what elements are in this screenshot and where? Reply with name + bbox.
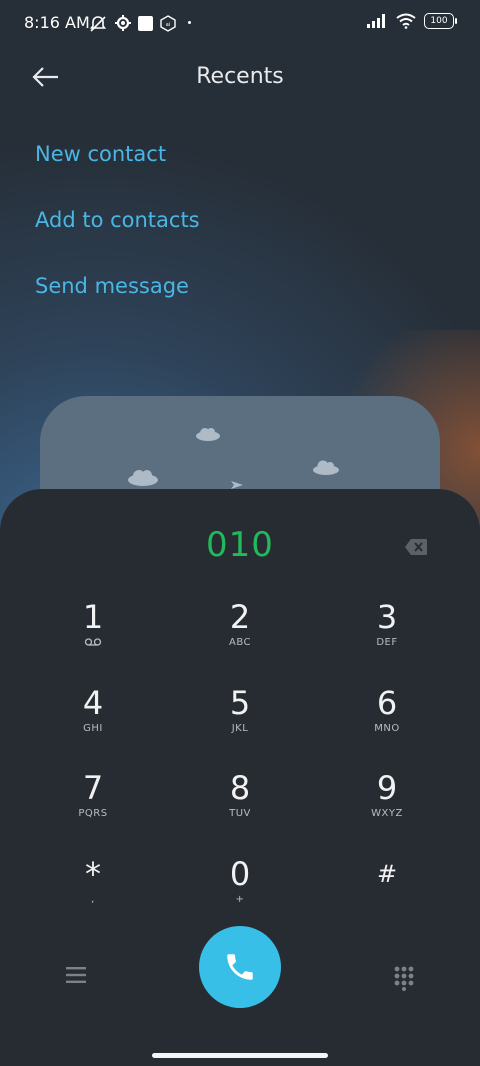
phone-icon	[227, 954, 253, 980]
key-letters: WXYZ	[371, 808, 403, 819]
key-letters: PQRS	[78, 808, 108, 819]
key-1[interactable]: 1	[33, 599, 153, 679]
hex-icon: ai	[160, 15, 176, 32]
key-digit: 9	[376, 769, 398, 807]
home-indicator[interactable]	[152, 1053, 328, 1058]
key-digit: 8	[229, 769, 251, 807]
gear-icon	[115, 15, 131, 31]
key-8[interactable]: 8 TUV	[180, 770, 300, 850]
key-digit: *	[85, 855, 101, 893]
svg-text:ai: ai	[166, 22, 170, 28]
key-digit: 5	[229, 684, 251, 722]
call-button[interactable]	[199, 926, 281, 1008]
key-hash[interactable]: #	[327, 856, 447, 936]
new-contact-link[interactable]: New contact	[35, 138, 200, 204]
key-digit: #	[376, 860, 398, 888]
wifi-icon	[396, 13, 416, 29]
page-title: Recents	[196, 64, 284, 89]
key-3[interactable]: 3 DEF	[327, 599, 447, 679]
key-4[interactable]: 4 GHI	[33, 685, 153, 765]
status-bar: 8:16 AM ai 100	[0, 0, 480, 48]
status-time: 8:16 AM	[24, 13, 90, 32]
app-header: Recents	[0, 52, 480, 104]
backspace-icon[interactable]	[404, 538, 428, 556]
cloud-icon	[313, 460, 339, 475]
key-2[interactable]: 2 ABC	[180, 599, 300, 679]
add-to-contacts-link[interactable]: Add to contacts	[35, 204, 200, 270]
key-digit: 1	[82, 598, 104, 636]
key-letters: DEF	[376, 637, 398, 648]
action-list: New contact Add to contacts Send message	[35, 138, 200, 336]
signal-icon	[367, 14, 385, 28]
send-message-link[interactable]: Send message	[35, 270, 200, 336]
key-letters	[327, 894, 447, 908]
key-6[interactable]: 6 MNO	[327, 685, 447, 765]
key-5[interactable]: 5 JKL	[180, 685, 300, 765]
key-7[interactable]: 7 PQRS	[33, 770, 153, 850]
dialer-panel: 010 1 2 ABC 3 DEF 4 GHI 5 JKL 6 MNO 7 PQ…	[0, 489, 480, 1066]
key-letters: MNO	[374, 723, 400, 734]
dialpad-toggle-icon[interactable]	[393, 965, 415, 991]
key-letters: ABC	[228, 637, 251, 648]
key-letters	[33, 637, 153, 651]
key-star[interactable]: * ,	[33, 856, 153, 936]
menu-icon[interactable]	[66, 966, 86, 984]
key-letters: JKL	[231, 723, 249, 734]
square-icon	[138, 16, 153, 31]
mute-icon	[89, 16, 107, 32]
key-letters: TUV	[229, 808, 251, 819]
cloud-icon	[196, 428, 220, 441]
key-letters: ,	[91, 894, 95, 905]
key-0[interactable]: 0 +	[180, 856, 300, 936]
cloud-icon	[128, 470, 158, 486]
voicemail-icon	[84, 638, 102, 646]
dot-icon	[188, 21, 191, 24]
battery-icon: 100	[424, 13, 457, 29]
key-letters: +	[235, 894, 245, 905]
key-digit: 3	[376, 598, 398, 636]
key-digit: 2	[229, 598, 251, 636]
key-digit: 7	[82, 769, 104, 807]
key-9[interactable]: 9 WXYZ	[327, 770, 447, 850]
key-digit: 6	[376, 684, 398, 722]
key-letters: GHI	[83, 723, 103, 734]
key-digit: 4	[82, 684, 104, 722]
key-digit: 0	[229, 855, 251, 893]
